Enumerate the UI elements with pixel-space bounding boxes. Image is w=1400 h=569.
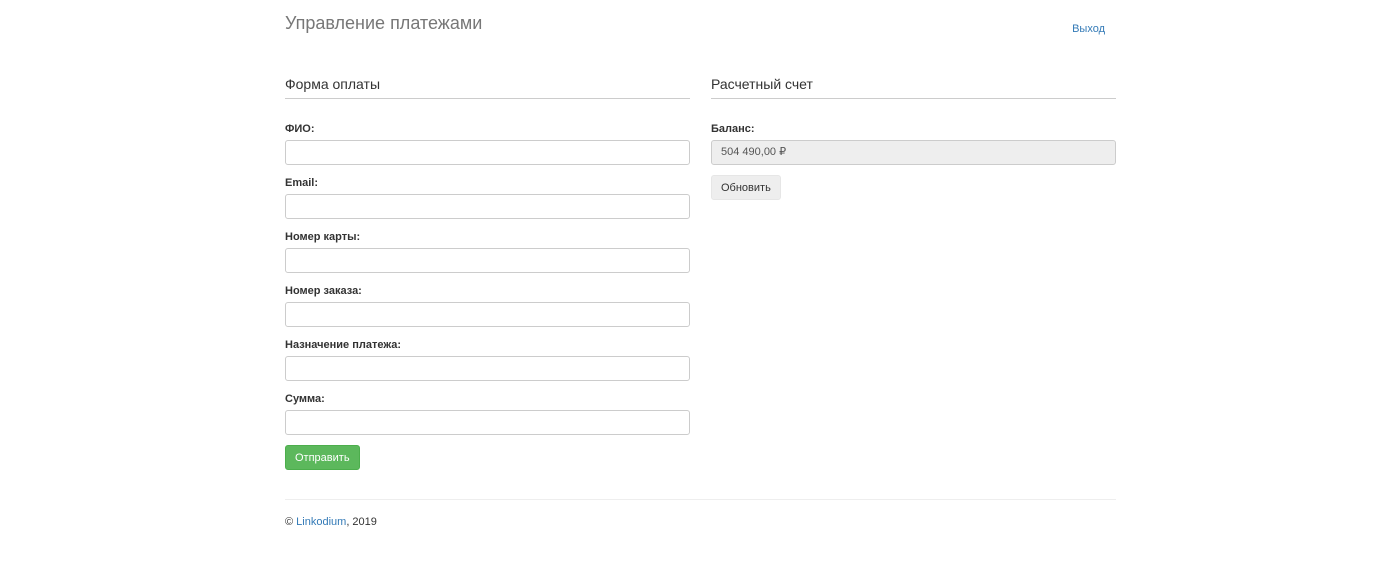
email-input[interactable] xyxy=(285,194,690,219)
amount-label: Сумма: xyxy=(285,393,325,405)
header: Управление платежами Выход xyxy=(285,0,1116,60)
company-link[interactable]: Linkodium xyxy=(296,516,346,528)
amount-input[interactable] xyxy=(285,410,690,435)
email-label: Email: xyxy=(285,177,319,189)
logout-link[interactable]: Выход xyxy=(1072,23,1105,35)
footer: © Linkodium, 2019 xyxy=(285,516,377,528)
footer-divider xyxy=(285,499,1116,500)
footer-year: , 2019 xyxy=(346,516,377,528)
order-number-input[interactable] xyxy=(285,302,690,327)
payment-purpose-input[interactable] xyxy=(285,356,690,381)
payment-form-title: Форма оплаты xyxy=(285,76,381,92)
payment-purpose-label: Назначение платежа: xyxy=(285,339,402,351)
card-number-input[interactable] xyxy=(285,248,690,273)
submit-button[interactable]: Отправить xyxy=(285,445,360,470)
balance-label: Баланс: xyxy=(711,123,755,135)
account-divider xyxy=(711,98,1116,99)
main-container: Управление платежами Выход Форма оплаты … xyxy=(285,0,1116,528)
account-title: Расчетный счет xyxy=(711,76,813,92)
full-name-input[interactable] xyxy=(285,140,690,165)
refresh-button[interactable]: Обновить xyxy=(711,175,781,200)
order-number-label: Номер заказа: xyxy=(285,285,362,297)
full-name-label: ФИО: xyxy=(285,123,315,135)
content-columns: Форма оплаты ФИО: Email: Номер карты: Но… xyxy=(285,60,1116,500)
page: Управление платежами Выход Форма оплаты … xyxy=(0,0,1400,569)
copyright-symbol: © xyxy=(285,516,294,528)
card-number-label: Номер карты: xyxy=(285,231,361,243)
page-title: Управление платежами xyxy=(285,13,483,33)
payment-form-divider xyxy=(285,98,690,99)
balance-field: 504 490,00 ₽ xyxy=(711,140,1116,165)
